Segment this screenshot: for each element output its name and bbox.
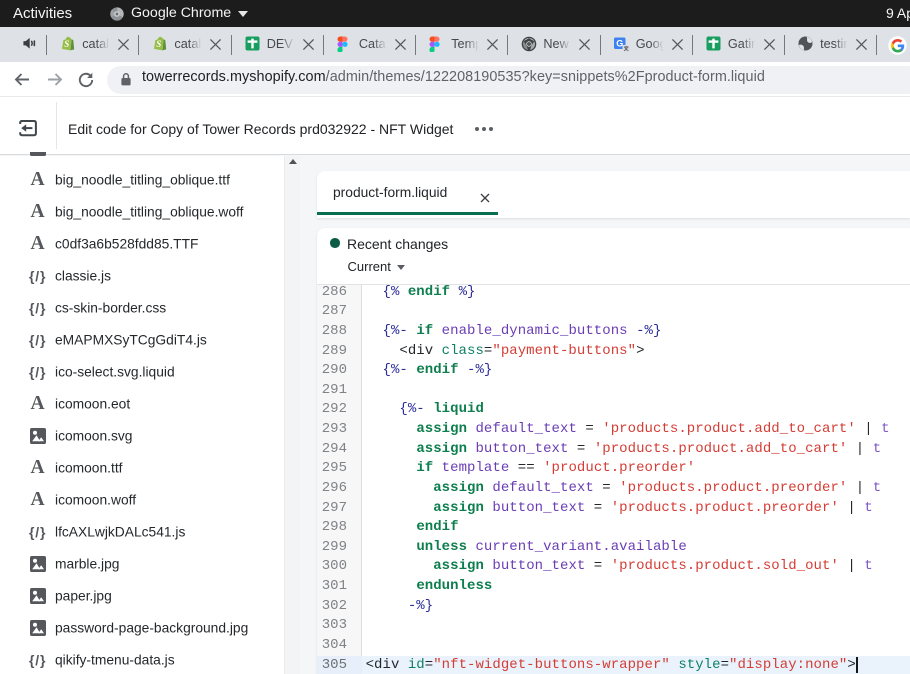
- svg-text:S: S: [157, 39, 162, 49]
- svg-text:S: S: [64, 39, 69, 49]
- svg-text:G: G: [616, 38, 623, 48]
